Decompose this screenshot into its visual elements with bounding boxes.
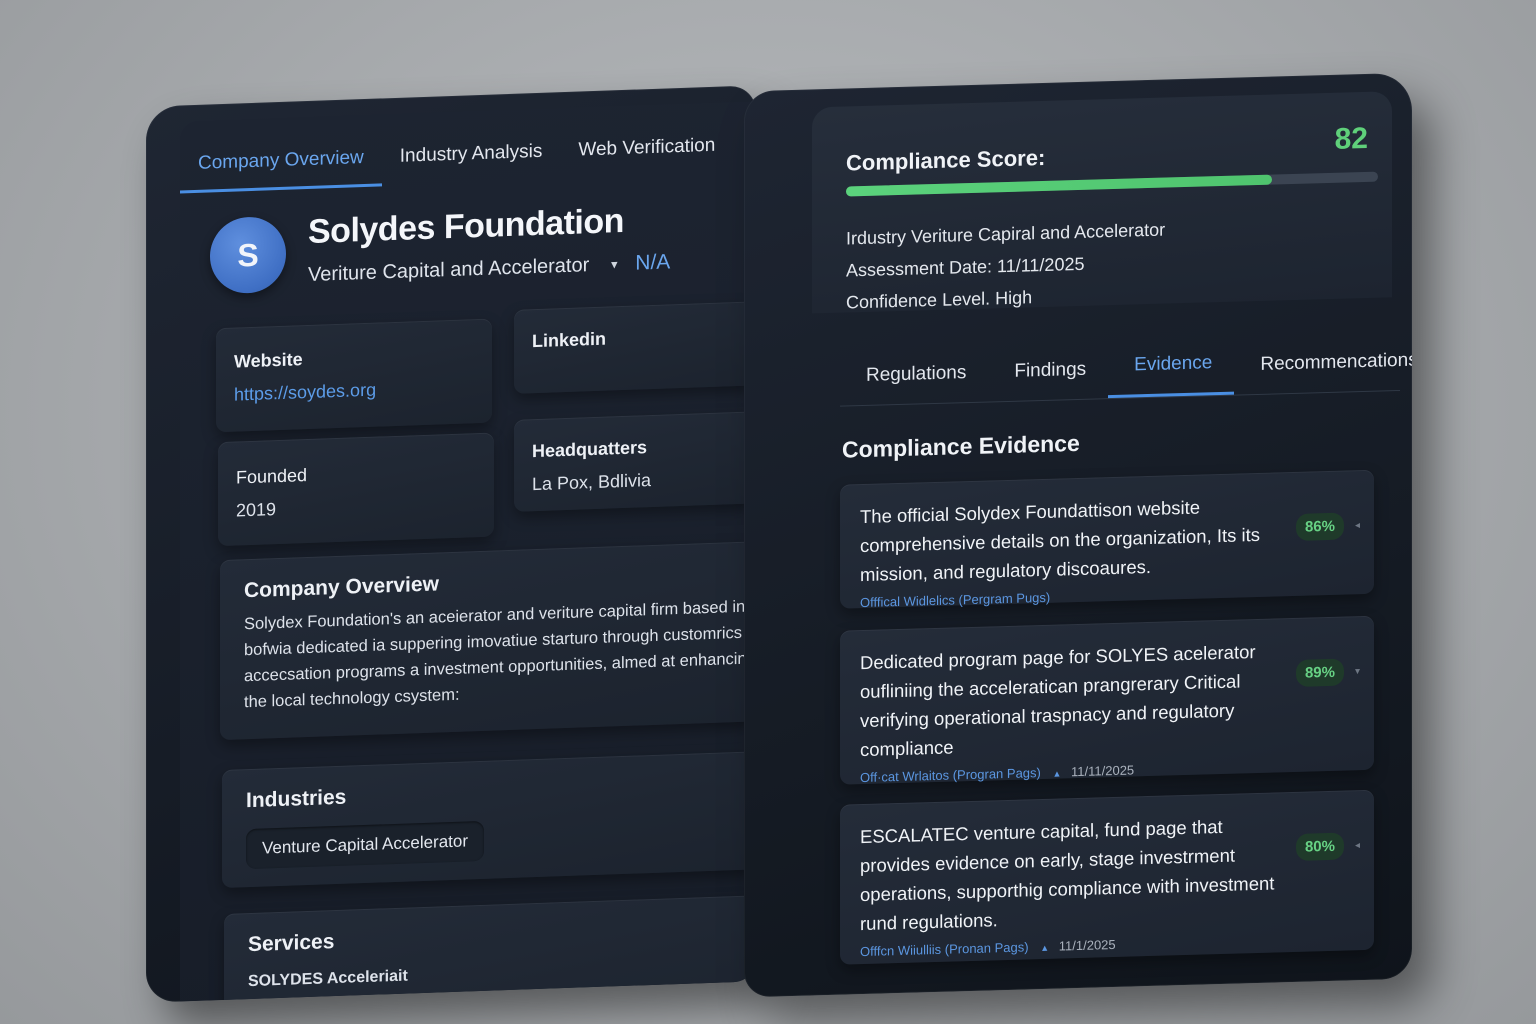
company-overview-card: Company Overview Solydex Foundation's an… [220, 541, 756, 741]
evidence-confidence-badge: 80% [1295, 832, 1344, 861]
chevron-right-icon[interactable]: ◂ [1355, 840, 1360, 851]
overview-text: Solydex Foundation's an aceierator and v… [244, 597, 756, 712]
linkedin-label: Linkedin [532, 328, 607, 352]
caret-up-icon: ▲ [1052, 768, 1062, 779]
avatar: S [210, 215, 286, 295]
compliance-score-label: Compliance Score: [846, 144, 1046, 176]
website-card: Website https://soydes.org [216, 318, 492, 433]
status-badge: N/A [635, 250, 671, 275]
right-tab-bar: Regulations Findings Evidence Recommenca… [840, 331, 1412, 407]
founded-value: 2019 [236, 499, 277, 521]
caret-up-icon: ▲ [1040, 942, 1050, 954]
evidence-source-link[interactable]: Offfical Widlelics (Pergram Pugs) [860, 590, 1050, 610]
company-profile-screen: Company Overview Industry Analysis Web V… [180, 101, 756, 1003]
tab-evidence[interactable]: Evidence [1108, 351, 1235, 399]
website-label: Website [234, 349, 303, 372]
headquarters-label: Headquatters [532, 437, 648, 462]
founded-label: Founded [236, 465, 308, 488]
company-category: Veriture Capital and Accelerator [308, 254, 590, 286]
evidence-date: 11/1/2025 [1058, 936, 1116, 954]
evidence-item[interactable]: Dedicated program page for SOLYES aceler… [840, 615, 1374, 785]
tab-regulations[interactable]: Regulations [840, 362, 988, 406]
evidence-text: ESCALATEC venture capital, fund page tha… [860, 815, 1275, 935]
compliance-device: Compliance Score: 82 Irdustry Veriture C… [744, 72, 1412, 998]
chevron-right-icon[interactable]: ◂ [1355, 520, 1360, 531]
chevron-right-icon[interactable]: ▾ [1355, 666, 1360, 677]
services-card: Services SOLYDES Acceleriait [224, 895, 754, 1003]
tab-recommendations[interactable]: Recommencations [1234, 349, 1412, 395]
evidence-text: The official Solydex Foundattison websit… [860, 496, 1261, 586]
company-profile-device: Company Overview Industry Analysis Web V… [146, 85, 756, 1003]
tab-web-verification[interactable]: Web Verification [560, 134, 733, 180]
assessment-date: Assessment Date: 11/11/2025 [846, 253, 1085, 281]
compliance-score-bar [846, 171, 1378, 197]
company-profile-header: S Solydes Foundation Veriture Capital an… [210, 197, 756, 307]
industry-chip[interactable]: Venture Capital Accelerator [246, 820, 485, 870]
evidence-item[interactable]: ESCALATEC venture capital, fund page tha… [840, 789, 1374, 965]
left-tab-bar: Company Overview Industry Analysis Web V… [180, 101, 756, 194]
services-title: Services [248, 930, 335, 957]
services-value: SOLYDES Acceleriait [248, 967, 408, 991]
company-name: Solydes Foundation [308, 201, 624, 251]
company-subtitle: Veriture Capital and Accelerator ▼ N/A [308, 250, 670, 287]
industries-card: Industries Venture Capital Accelerator [222, 751, 754, 888]
evidence-source-link[interactable]: Off·cat Wrlaitos (Progran Pags) [860, 765, 1041, 785]
headquarters-card: Headquatters La Pox, Bdlivia [514, 411, 754, 512]
evidence-text: Dedicated program page for SOLYES aceler… [860, 641, 1256, 761]
evidence-source-link[interactable]: Offfcn Wiiulliis (Pronan Pags) [860, 939, 1029, 959]
evidence-date: 11/11/2025 [1071, 762, 1135, 780]
linkedin-card: Linkedin [514, 301, 754, 394]
compliance-score-value: 82 [1334, 121, 1368, 156]
confidence-level: Confidence Level. High [846, 287, 1033, 313]
tab-findings[interactable]: Findings [988, 358, 1108, 401]
compliance-score-panel: Compliance Score: 82 Irdustry Veriture C… [812, 91, 1392, 314]
tab-industry-analysis[interactable]: Industry Analysis [382, 140, 561, 186]
industry-meta: Irdustry Veriture Capiral and Accelerato… [846, 219, 1166, 249]
evidence-section-title: Compliance Evidence [842, 429, 1080, 463]
headquarters-value: La Pox, Bdlivia [532, 470, 652, 495]
website-link[interactable]: https://soydes.org [234, 376, 474, 405]
industries-title: Industries [246, 785, 347, 813]
caret-down-icon[interactable]: ▼ [609, 259, 620, 271]
tab-company-overview[interactable]: Company Overview [180, 146, 382, 194]
compliance-score-fill [846, 174, 1272, 197]
founded-card: Founded 2019 [218, 432, 494, 547]
evidence-confidence-badge: 89% [1295, 658, 1344, 687]
evidence-item[interactable]: The official Solydex Foundattison websit… [840, 469, 1374, 610]
evidence-confidence-badge: 86% [1295, 512, 1344, 541]
